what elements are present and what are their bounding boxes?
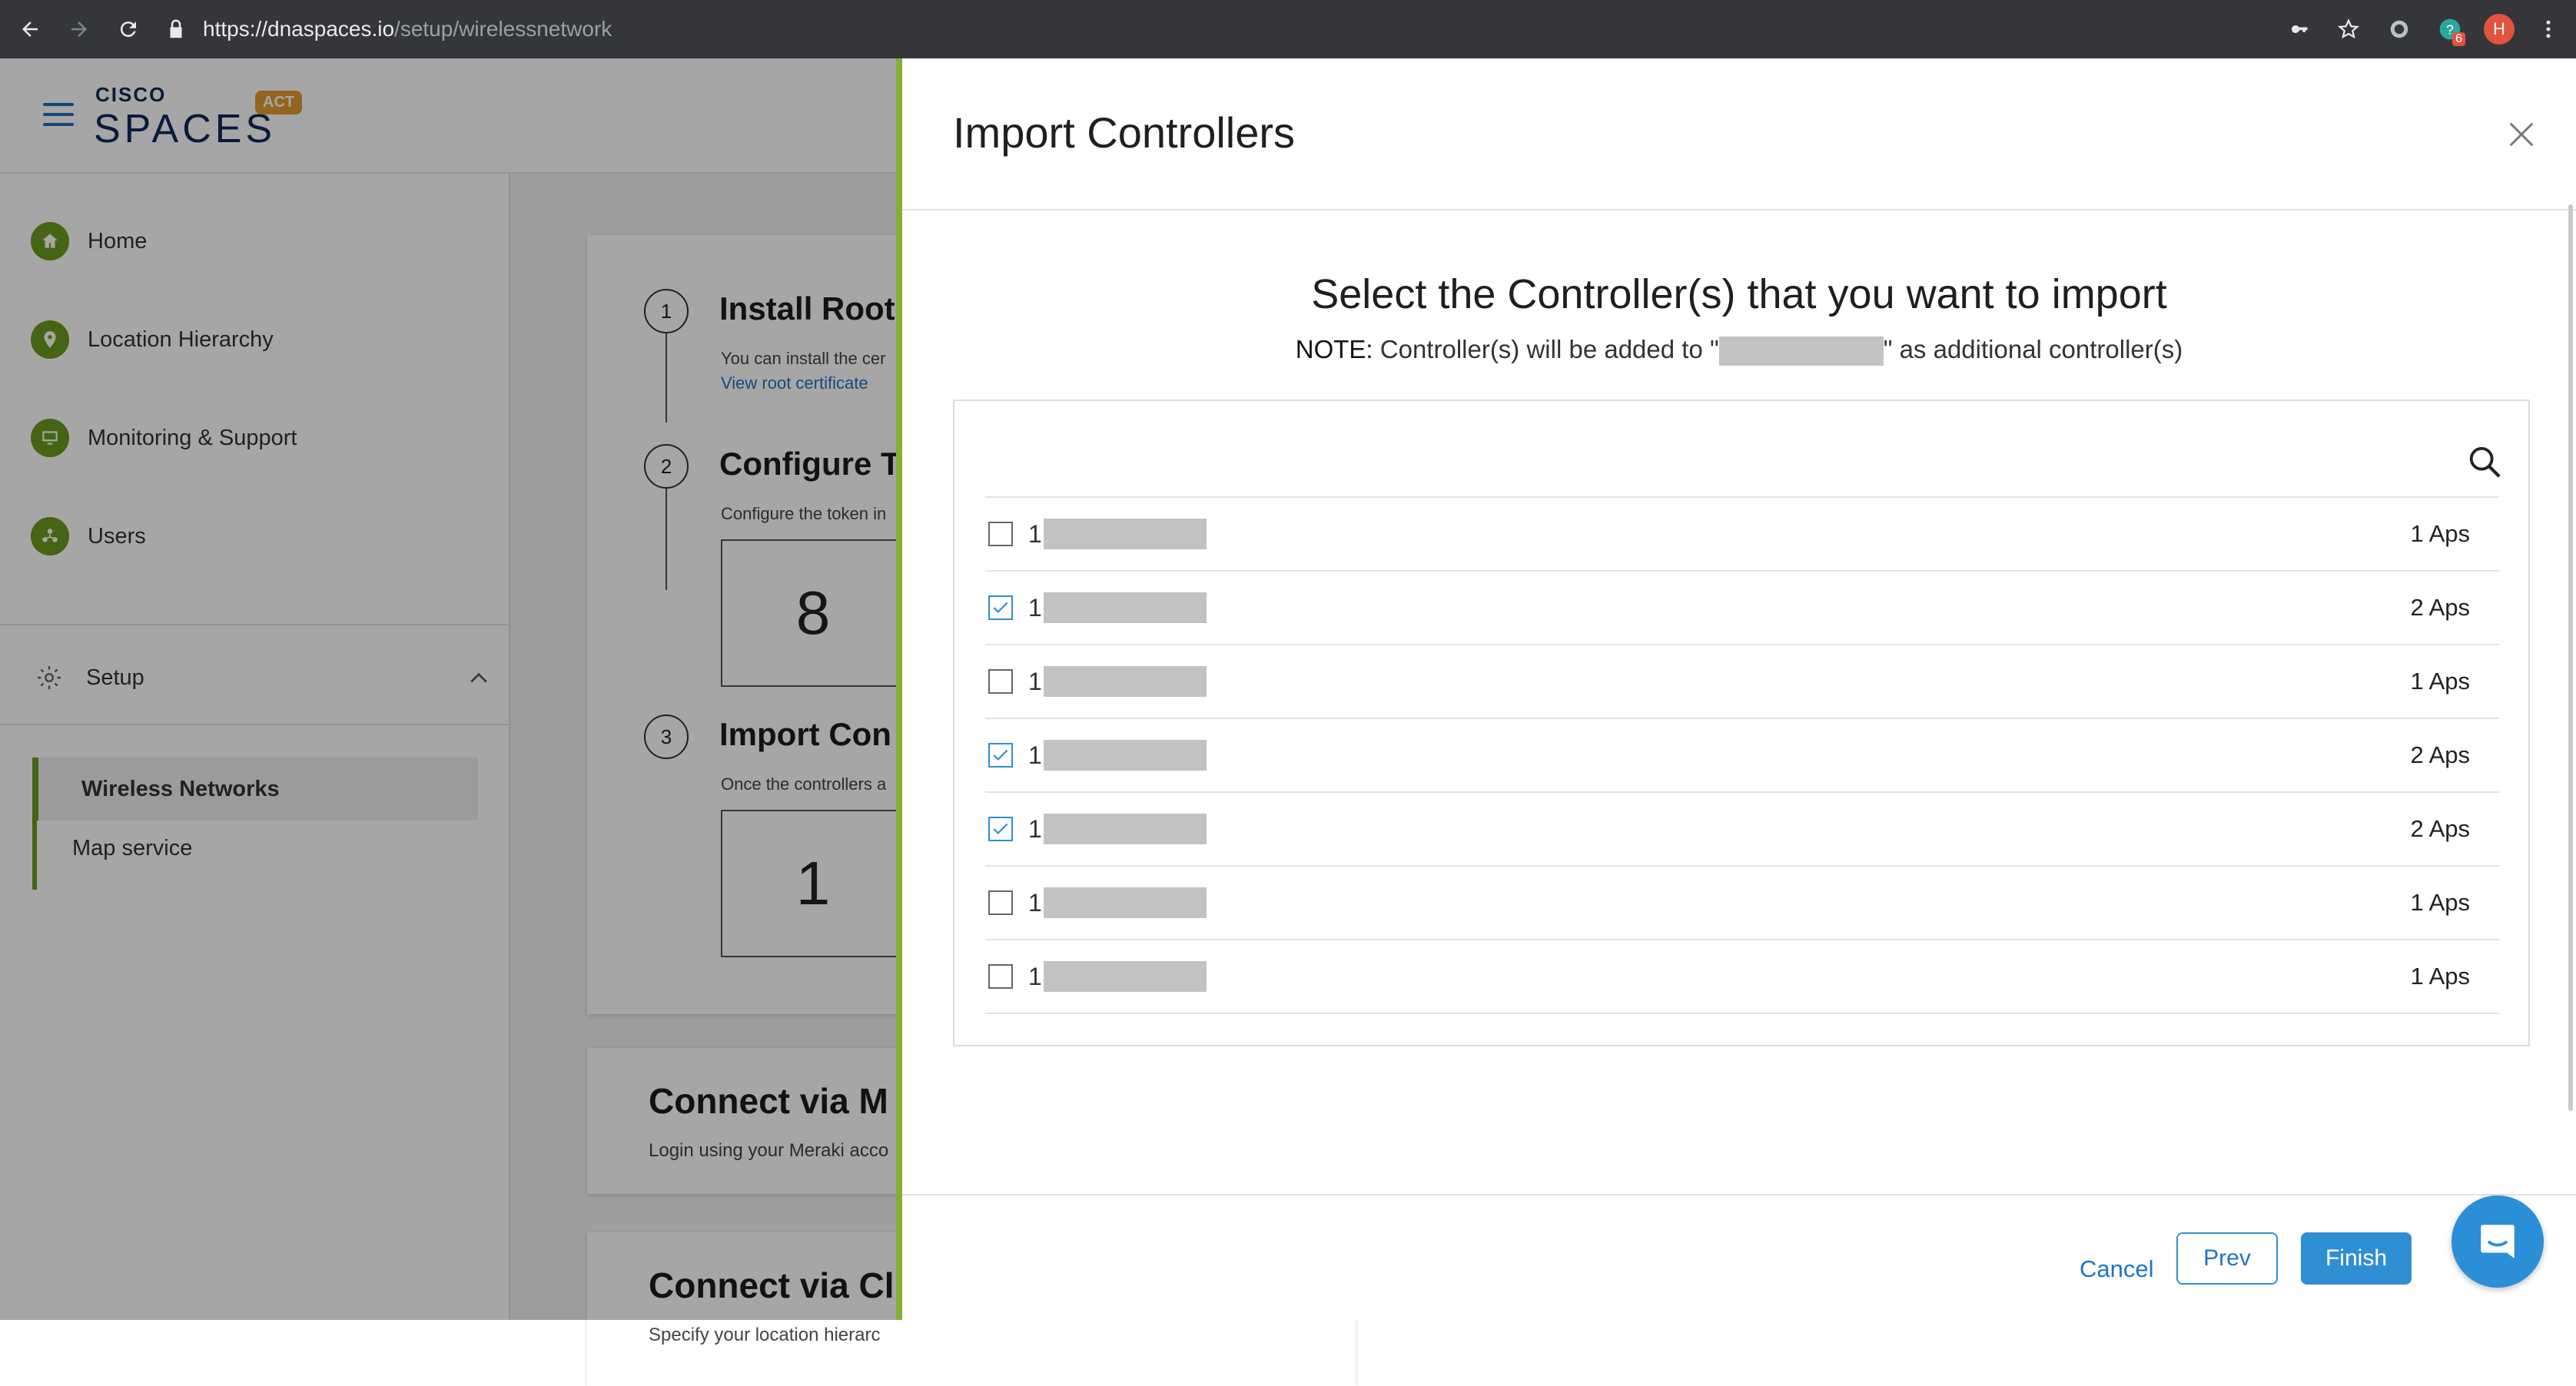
select-heading: Select the Controller(s) that you want t… [1311,271,2167,317]
controller-row[interactable]: 1 1 Aps [985,496,2499,570]
controller-name-text: 1 [1028,593,1042,622]
controller-name-text: 1 [1028,888,1042,917]
ap-count: 2 Aps [2410,594,2470,621]
address-bar[interactable]: https://dnaspaces.io/setup/wirelessnetwo… [164,0,612,58]
close-icon[interactable] [2507,120,2536,149]
controller-name-text: 1 [1028,519,1042,548]
controller-row[interactable]: 1 2 Aps [985,570,2499,644]
controller-name-text: 1 [1028,741,1042,769]
import-controllers-modal: Import Controllers Select the Controller… [896,58,2576,1320]
list-bottom-divider [985,1013,2499,1014]
ap-count: 1 Aps [2410,889,2470,916]
footer-divider [902,1194,2576,1195]
row-checkbox-checked[interactable] [988,743,1013,768]
bookmark-star-button[interactable] [2332,12,2365,46]
redacted-name [1043,519,1207,549]
controller-row[interactable]: 1 1 Aps [985,939,2499,1013]
ap-count: 2 Aps [2410,815,2470,842]
row-checkbox[interactable] [988,964,1013,989]
prev-button[interactable]: Prev [2176,1232,2278,1285]
chat-icon [2481,1225,2515,1258]
ap-count: 1 Aps [2410,668,2470,695]
controller-name-text: 1 [1028,667,1042,695]
url-path: /setup/wirelessnetwork [394,17,612,41]
controller-row[interactable]: 1 1 Aps [985,865,2499,939]
forward-button[interactable] [60,10,98,48]
redacted-name [1043,887,1207,918]
extension-badge-button[interactable]: ? 6 [2433,12,2467,46]
lock-icon [170,19,182,38]
controller-name: 1 [1028,592,1207,623]
row-checkbox[interactable] [988,522,1013,546]
extension-circle-icon [2390,20,2408,38]
controller-name: 1 [1028,666,1207,697]
reload-button[interactable] [109,10,148,48]
controller-name: 1 [1028,519,1207,549]
cancel-button[interactable]: Cancel [2080,1245,2154,1294]
row-checkbox[interactable] [988,669,1013,694]
controller-name: 1 [1028,887,1207,918]
more-vert-icon [2546,20,2551,38]
chat-launcher-button[interactable] [2452,1195,2544,1288]
controller-row[interactable]: 1 2 Aps [985,791,2499,865]
note-after: " as additional controller(s) [1883,335,2183,363]
redacted-name [1043,666,1207,697]
browser-menu-button[interactable] [2531,12,2565,46]
redacted-location [1718,337,1884,366]
controller-name: 1 [1028,740,1207,771]
back-arrow-icon [22,22,38,37]
finish-button[interactable]: Finish [2301,1232,2412,1285]
ap-count: 2 Aps [2410,741,2470,768]
redacted-name [1043,592,1207,623]
row-checkbox[interactable] [988,890,1013,915]
key-icon [2292,25,2308,33]
redacted-name [1043,814,1207,844]
search-icon[interactable] [2467,444,2502,479]
back-button[interactable] [11,10,49,48]
reload-icon [120,22,136,38]
controller-row[interactable]: 1 1 Aps [985,644,2499,718]
extension-badge-count: 6 [2452,32,2465,46]
checkmark-icon [993,749,1008,761]
controller-list: 1 1 Aps 1 2 Aps 1 1 Aps 1 2 Aps 1 2 Aps … [953,400,2530,1046]
extension-button[interactable] [2382,12,2416,46]
row-checkbox-checked[interactable] [988,595,1013,620]
modal-title: Import Controllers [953,108,1296,157]
star-icon [2338,18,2359,39]
forward-arrow-icon [71,22,87,37]
note-before: Controller(s) will be added to " [1379,335,1719,363]
profile-avatar[interactable]: H [2484,14,2515,45]
controller-name: 1 [1028,961,1207,992]
ap-count: 1 Aps [2410,963,2470,990]
row-checkbox-checked[interactable] [988,817,1013,841]
redacted-name [1043,740,1207,771]
note-text: NOTE: Controller(s) will be added to " " … [902,335,2576,366]
browser-toolbar: https://dnaspaces.io/setup/wirelessnetwo… [0,0,2576,58]
password-key-button[interactable] [2281,12,2315,46]
url-host: https://dnaspaces.io [203,17,395,41]
note-prefix: NOTE: [1295,335,1373,363]
checkmark-icon [993,602,1008,613]
controller-name-text: 1 [1028,962,1042,990]
card-subtitle: Specify your location hierarc [649,1325,881,1345]
redacted-name [1043,961,1207,992]
controller-name: 1 [1028,814,1207,844]
header-divider [902,209,2576,211]
checkmark-icon [993,823,1008,834]
ap-count: 1 Aps [2410,520,2470,547]
controller-row[interactable]: 1 2 Aps [985,718,2499,791]
controller-name-text: 1 [1028,814,1042,843]
